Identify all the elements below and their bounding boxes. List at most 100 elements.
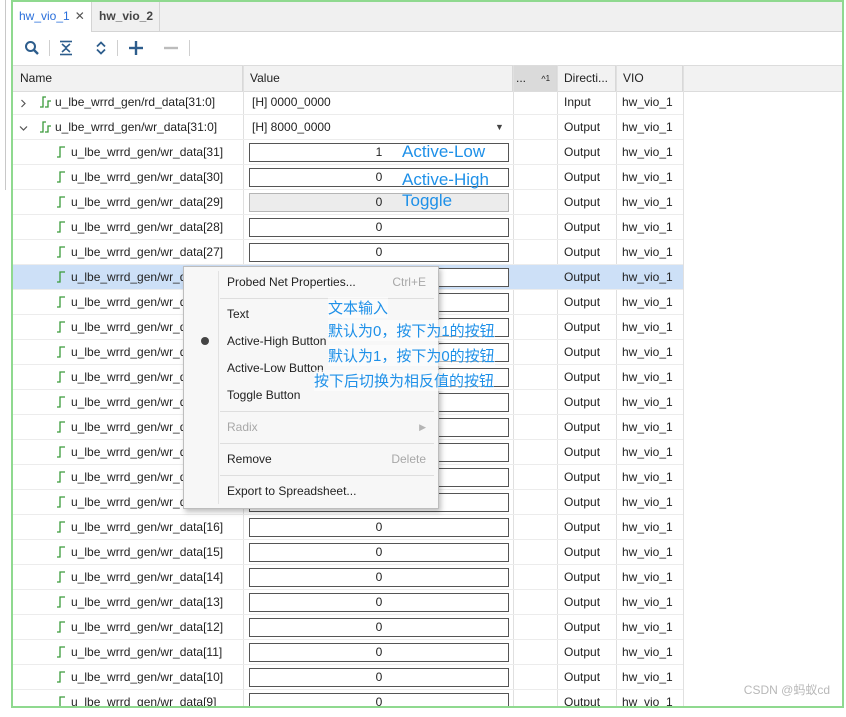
signal-vio: hw_vio_1 xyxy=(622,245,673,259)
expand-all-icon[interactable] xyxy=(91,38,111,58)
menu-item-text[interactable]: Text xyxy=(227,304,249,324)
close-icon[interactable]: ✕ xyxy=(75,9,85,23)
signal-vio: hw_vio_1 xyxy=(622,695,673,708)
table-row[interactable]: u_lbe_wrrd_gen/wr_data[16] 0 Output hw_vio_… xyxy=(13,515,683,540)
menu-item-probed-net-properties[interactable]: Probed Net Properties... xyxy=(227,272,356,292)
table-row[interactable]: u_lbe_wrrd_gen/wr_data[29] 0 Output hw_vio_… xyxy=(13,190,683,215)
tab-label: hw_vio_1 xyxy=(19,9,70,23)
value-button[interactable]: 0 xyxy=(249,518,509,537)
menu-item-active-low-button[interactable]: Active-Low Button xyxy=(227,358,324,378)
menu-shortcut: Delete xyxy=(391,452,426,466)
annotation-toggle: Toggle xyxy=(402,191,453,210)
table-row[interactable]: u_lbe_wrrd_gen/wr_data[13] 0 Output hw_vio_… xyxy=(13,590,683,615)
table-row[interactable]: u_lbe_wrrd_gen/wr_data[27] 0 Output hw_vio_… xyxy=(13,240,683,265)
signal-vio: hw_vio_1 xyxy=(622,520,673,534)
tab-hw-vio-1[interactable]: hw_vio_1 ✕ xyxy=(13,2,92,32)
signal-direction: Output xyxy=(564,220,601,234)
value-button[interactable]: 0 xyxy=(249,593,509,612)
collapse-all-icon[interactable] xyxy=(56,38,76,58)
table-row[interactable]: u_lbe_wrrd_gen/wr_data[9] 0 Output hw_vio_1 xyxy=(13,690,683,708)
menu-shortcut: Ctrl+E xyxy=(392,275,426,289)
signal-name: u_lbe_wrrd_gen/wr_data[10] xyxy=(71,670,224,684)
signal-vio: hw_vio_1 xyxy=(622,595,673,609)
menu-item-remove[interactable]: Remove xyxy=(227,449,272,469)
column-header-name[interactable]: Name xyxy=(13,66,243,91)
value-button[interactable]: 0 xyxy=(249,643,509,662)
table-row[interactable]: u_lbe_wrrd_gen/wr_data[31] 1 Output hw_vio_… xyxy=(13,140,683,165)
search-icon[interactable] xyxy=(22,38,42,58)
signal-vio: hw_vio_1 xyxy=(622,95,673,109)
chevron-down-icon[interactable] xyxy=(19,122,28,131)
value-button[interactable]: 0 xyxy=(249,568,509,587)
column-header-activity[interactable]: ... ^1 xyxy=(513,66,557,91)
signal-direction: Output xyxy=(564,395,601,409)
value-button[interactable]: 0 xyxy=(249,218,509,237)
column-header-value[interactable]: Value xyxy=(243,66,513,91)
menu-item-toggle-button[interactable]: Toggle Button xyxy=(227,385,300,405)
value-button[interactable]: 0 xyxy=(249,668,509,687)
signal-icon xyxy=(55,221,67,233)
signal-icon xyxy=(55,521,67,533)
signal-vio: hw_vio_1 xyxy=(622,270,673,284)
signal-vio: hw_vio_1 xyxy=(622,220,673,234)
signal-value: [H] 8000_0000 xyxy=(252,120,331,134)
signal-vio: hw_vio_1 xyxy=(622,670,673,684)
column-header-vio[interactable]: VIO xyxy=(616,66,683,91)
signal-icon xyxy=(55,471,67,483)
signal-vio: hw_vio_1 xyxy=(622,395,673,409)
annotation-active-high: Active-High xyxy=(402,170,489,189)
table-row[interactable]: u_lbe_wrrd_gen/wr_data[31:0] [H] 8000_000… xyxy=(13,115,683,140)
toggle-button[interactable]: 0 xyxy=(249,193,509,212)
column-header-direction[interactable]: Directi... xyxy=(557,66,616,91)
signal-icon xyxy=(55,421,67,433)
table-header: Name Value ... ^1 Directi... VIO xyxy=(13,65,842,92)
remove-icon[interactable] xyxy=(161,38,181,58)
signal-direction: Output xyxy=(564,270,601,284)
signal-direction: Output xyxy=(564,345,601,359)
signal-name: u_lbe_wrrd_gen/wr_data[28] xyxy=(71,220,224,234)
signal-direction: Input xyxy=(564,95,591,109)
tab-bar: hw_vio_1 ✕ hw_vio_2 xyxy=(13,2,842,32)
signal-value: [H] 0000_0000 xyxy=(252,95,331,109)
signal-icon xyxy=(55,146,67,158)
signal-icon xyxy=(55,171,67,183)
signal-direction: Output xyxy=(564,195,601,209)
value-button[interactable]: 0 xyxy=(249,243,509,262)
value-button[interactable]: 0 xyxy=(249,618,509,637)
signal-name: u_lbe_wrrd_gen/wr_data[16] xyxy=(71,520,224,534)
signal-icon xyxy=(55,196,67,208)
table-row[interactable]: u_lbe_wrrd_gen/wr_data[12] 0 Output hw_vio_… xyxy=(13,615,683,640)
annotation-active-low: Active-Low xyxy=(402,142,486,161)
chevron-right-icon[interactable] xyxy=(19,97,27,108)
value-button[interactable]: 0 xyxy=(249,693,509,706)
annotation-active-high-desc: 默认为0，按下为1的按钮 xyxy=(328,320,495,341)
signal-name: u_lbe_wrrd_gen/rd_data[31:0] xyxy=(55,95,216,109)
signal-vio: hw_vio_1 xyxy=(622,145,673,159)
signal-vio: hw_vio_1 xyxy=(622,420,673,434)
table-row[interactable]: u_lbe_wrrd_gen/wr_data[11] 0 Output hw_vio_… xyxy=(13,640,683,665)
add-icon[interactable] xyxy=(126,38,146,58)
value-button[interactable]: 0 xyxy=(249,543,509,562)
table-row[interactable]: u_lbe_wrrd_gen/wr_data[15] 0 Output hw_vio_… xyxy=(13,540,683,565)
signal-direction: Output xyxy=(564,570,601,584)
window-edge xyxy=(0,0,6,190)
signal-vio: hw_vio_1 xyxy=(622,620,673,634)
annotation-text-input: 文本输入 xyxy=(328,297,389,318)
signal-icon xyxy=(55,646,67,658)
table-row[interactable]: u_lbe_wrrd_gen/wr_data[10] 0 Output hw_vio_… xyxy=(13,665,683,690)
signal-icon xyxy=(55,321,67,333)
signal-vio: hw_vio_1 xyxy=(622,195,673,209)
annotation-toggle-desc: 按下后切换为相反值的按钮 xyxy=(314,370,495,391)
dropdown-icon[interactable]: ▼ xyxy=(495,115,504,140)
signal-direction: Output xyxy=(564,420,601,434)
table-row[interactable]: u_lbe_wrrd_gen/rd_data[31:0] [H] 0000_000… xyxy=(13,90,683,115)
menu-item-active-high-button[interactable]: Active-High Button xyxy=(227,331,326,351)
table-row[interactable]: u_lbe_wrrd_gen/wr_data[30] 0 Output hw_vio_… xyxy=(13,165,683,190)
table-row[interactable]: u_lbe_wrrd_gen/wr_data[28] 0 Output hw_vio_… xyxy=(13,215,683,240)
tab-hw-vio-2[interactable]: hw_vio_2 xyxy=(93,2,161,31)
signal-vio: hw_vio_1 xyxy=(622,345,673,359)
menu-item-export-to-spreadsheet[interactable]: Export to Spreadsheet... xyxy=(227,481,356,501)
table-row[interactable]: u_lbe_wrrd_gen/wr_data[14] 0 Output hw_vio_… xyxy=(13,565,683,590)
bus-signal-icon xyxy=(39,96,51,108)
signal-icon xyxy=(55,296,67,308)
